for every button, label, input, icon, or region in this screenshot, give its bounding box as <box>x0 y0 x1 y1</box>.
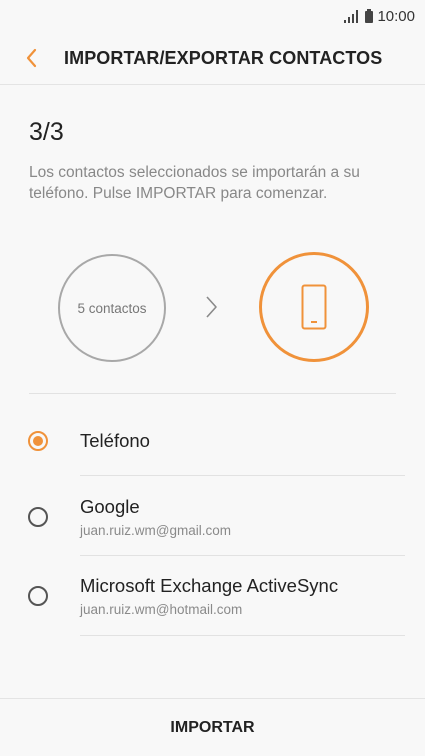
source-label: 5 contactos <box>77 300 147 316</box>
chevron-left-icon <box>26 48 37 68</box>
import-button[interactable]: IMPORTAR <box>0 699 425 756</box>
status-bar: 10:00 <box>0 0 425 32</box>
option-telefono[interactable]: Teléfono <box>0 400 425 476</box>
chevron-right-icon <box>206 296 217 318</box>
radio-google[interactable] <box>28 507 48 527</box>
option-label: Microsoft Exchange ActiveSync <box>80 575 339 596</box>
import-illustration: 5 contactos <box>0 250 425 362</box>
screen: 10:00 IMPORTAR/EXPORTAR CONTACTOS 3/3 Lo… <box>0 0 425 756</box>
option-exchange[interactable]: Microsoft Exchange ActiveSync juan.ruiz.… <box>0 556 425 636</box>
status-time: 10:00 <box>377 7 415 25</box>
option-label: Teléfono <box>80 430 150 451</box>
battery-icon <box>365 9 374 23</box>
option-divider <box>80 635 405 636</box>
step-description: Los contactos seleccionados se importará… <box>29 164 360 202</box>
section-divider <box>29 393 396 394</box>
option-google[interactable]: Google juan.ruiz.wm@gmail.com <box>0 476 425 556</box>
option-account: juan.ruiz.wm@gmail.com <box>80 523 231 538</box>
option-account: juan.ruiz.wm@hotmail.com <box>80 602 243 617</box>
step-indicator: 3/3 <box>29 118 64 146</box>
option-label: Google <box>80 496 140 517</box>
phone-icon <box>301 284 327 330</box>
radio-telefono[interactable] <box>28 431 48 451</box>
radio-exchange[interactable] <box>28 586 48 606</box>
signal-icon <box>344 9 359 23</box>
app-bar: IMPORTAR/EXPORTAR CONTACTOS <box>0 32 425 85</box>
destination-circle <box>259 252 369 362</box>
back-button[interactable] <box>0 32 64 85</box>
source-circle: 5 contactos <box>58 254 166 362</box>
page-title: IMPORTAR/EXPORTAR CONTACTOS <box>64 47 383 68</box>
